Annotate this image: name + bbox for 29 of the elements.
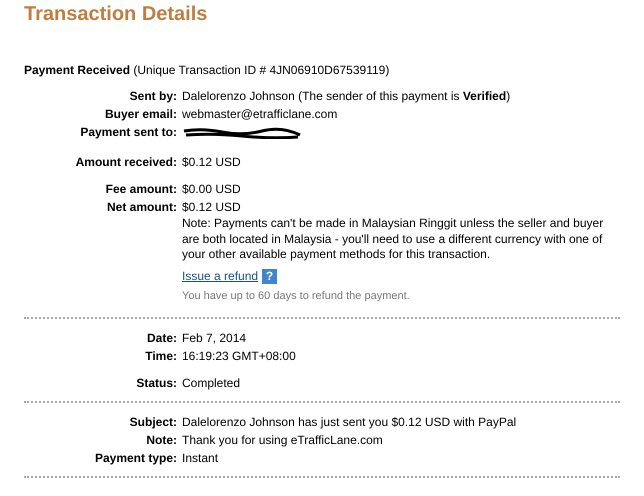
field-value: $0.12 USD — [182, 200, 241, 214]
field-label: Net amount: — [106, 199, 177, 216]
field-label: Time: — [144, 348, 177, 364]
field-value: Instant — [182, 450, 218, 464]
field-label: Buyer email: — [104, 106, 177, 123]
refund-link[interactable]: Issue a refund — [182, 269, 258, 283]
field-label: Status: — [135, 374, 177, 392]
field-label: Subject: — [128, 414, 177, 430]
section-heading: Payment Received (Unique Transaction ID # 4JN06910D67539119) — [24, 62, 390, 78]
page-title: Transaction Details — [23, 2, 208, 26]
field-label: Sent by: — [128, 88, 177, 105]
help-icon[interactable]: ? — [262, 268, 278, 284]
field-label: Amount received: — [74, 154, 177, 171]
currency-note: Note: Payments can't be made in Malaysian Ringgit unless the seller and buyer are both located in Malaysia - you'll need to use a different currency with one of your other available payment methods for this transaction. — [182, 216, 604, 262]
field-value: Feb 7, 2014 — [182, 330, 246, 344]
field-label: Note: — [145, 432, 177, 448]
field-value: $0.00 USD — [182, 182, 241, 196]
field-label: Payment type: — [94, 450, 177, 466]
field-value: webmaster@etrafficlane.com — [182, 107, 338, 121]
refund-hint: You have up to 60 days to refund the payment. — [182, 290, 411, 302]
field-value: Dalelorenzo Johnson (The sender of this payment is Verified) — [182, 89, 510, 103]
field-label: Payment sent to: — [79, 124, 177, 141]
field-value: $0.12 USD — [182, 155, 241, 169]
field-value: Dalelorenzo Johnson has just sent you $0.12 USD with PayPal — [182, 414, 516, 428]
field-label: Date: — [146, 330, 177, 346]
field-value: Thank you for using eTrafficLane.com — [182, 432, 383, 446]
field-value: 16:19:23 GMT+08:00 — [182, 348, 296, 362]
field-value: Completed — [182, 376, 240, 390]
field-label: Fee amount: — [104, 181, 177, 198]
